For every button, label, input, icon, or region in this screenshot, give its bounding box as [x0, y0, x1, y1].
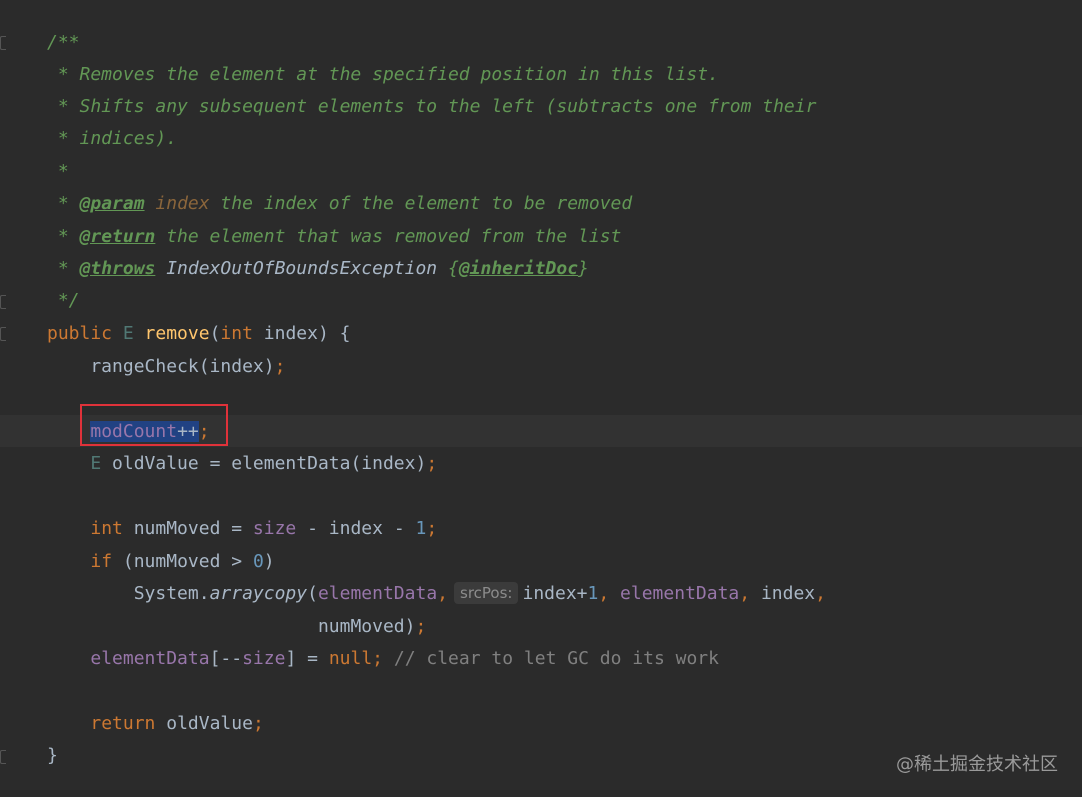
code-line[interactable]: return oldValue; — [47, 708, 263, 740]
code-line[interactable]: */ — [47, 285, 80, 317]
code-line[interactable]: public E remove(int index) { — [47, 318, 350, 350]
red-annotation-box — [80, 404, 228, 446]
code-line[interactable]: E oldValue = elementData(index); — [47, 448, 437, 480]
code-line[interactable]: * indices). — [47, 123, 177, 155]
code-line[interactable]: /** — [47, 27, 80, 59]
code-line[interactable]: } — [47, 740, 58, 772]
code-line[interactable]: int numMoved = size - index - 1; — [47, 513, 437, 545]
parameter-hint: srcPos: — [454, 582, 519, 604]
code-line[interactable]: System.arraycopy(elementData, srcPos: inde… — [47, 578, 826, 610]
watermark: @稀土掘金技术社区 — [896, 754, 1058, 775]
code-line[interactable]: * @param index the index of the element … — [47, 188, 632, 220]
fold-marker-icon[interactable] — [0, 295, 6, 309]
fold-marker-icon[interactable] — [0, 327, 6, 341]
code-line[interactable]: * — [47, 156, 69, 188]
code-line[interactable]: * @return the element that was removed f… — [47, 221, 622, 253]
code-line[interactable]: * Shifts any subsequent elements to the … — [47, 91, 817, 123]
fold-marker-icon[interactable] — [0, 750, 6, 764]
javadoc-tag: @return — [79, 226, 156, 247]
javadoc-tag: @throws — [79, 258, 156, 279]
code-line[interactable]: * @throws IndexOutOfBoundsException {@in… — [47, 253, 589, 285]
code-line[interactable]: * Removes the element at the specified p… — [47, 59, 719, 91]
code-line[interactable]: if (numMoved > 0) — [47, 546, 274, 578]
fold-marker-icon[interactable] — [0, 36, 6, 50]
javadoc-tag: @inheritDoc — [458, 258, 579, 279]
code-line[interactable]: elementData[--size] = null; // clear to … — [47, 643, 719, 675]
code-line[interactable]: rangeCheck(index); — [47, 351, 285, 383]
javadoc-tag: @param — [79, 193, 145, 214]
code-line[interactable]: numMoved); — [47, 611, 426, 643]
